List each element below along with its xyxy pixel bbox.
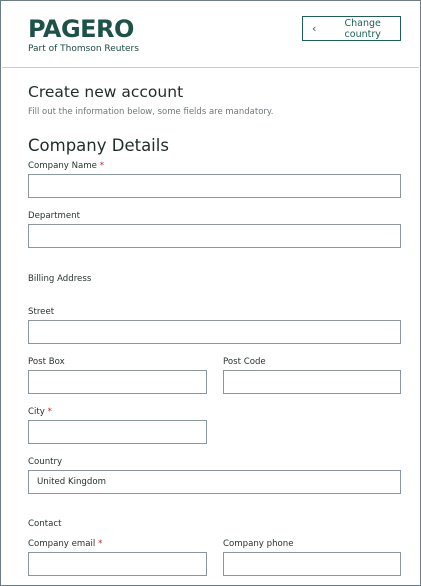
required-marker: *: [99, 161, 104, 171]
street-input[interactable]: [28, 320, 401, 344]
street-label: Street: [28, 307, 55, 317]
post-code-label: Post Code: [223, 357, 266, 367]
contact-heading: Contact: [28, 519, 62, 529]
logo-wordmark: PAGERO: [28, 15, 134, 43]
department-input[interactable]: [28, 224, 401, 248]
country-label: Country: [28, 457, 63, 467]
page-subtitle: Fill out the information below, some fie…: [28, 107, 274, 117]
change-country-button[interactable]: ‹ Change country: [302, 16, 401, 41]
department-label: Department: [28, 211, 81, 221]
company-name-label-text: Company Name: [28, 161, 97, 171]
post-box-label: Post Box: [28, 357, 65, 367]
company-phone-label: Company phone: [223, 539, 294, 549]
company-details-heading: Company Details: [28, 136, 169, 155]
registration-window: PAGERO Part of Thomson Reuters ‹ Change …: [0, 0, 421, 586]
country-input[interactable]: [28, 470, 401, 494]
header-divider: [2, 67, 419, 68]
city-label: City *: [28, 407, 52, 417]
pagero-logo: PAGERO Part of Thomson Reuters: [28, 15, 139, 55]
required-marker: *: [98, 539, 103, 549]
logo-tagline: Part of Thomson Reuters: [28, 44, 139, 54]
city-input[interactable]: [28, 420, 207, 444]
company-name-label: Company Name *: [28, 161, 104, 171]
company-email-label-text: Company email: [28, 539, 96, 549]
required-marker: *: [47, 407, 52, 417]
city-label-text: City: [28, 407, 45, 417]
post-code-input[interactable]: [223, 370, 401, 394]
billing-address-heading: Billing Address: [28, 274, 92, 284]
company-phone-input[interactable]: [223, 552, 401, 576]
company-email-label: Company email *: [28, 539, 102, 549]
company-email-input[interactable]: [28, 552, 207, 576]
post-box-input[interactable]: [28, 370, 207, 394]
change-country-label: Change country: [344, 17, 381, 40]
chevron-left-icon: ‹: [312, 22, 317, 35]
page-title: Create new account: [28, 83, 184, 101]
company-name-input[interactable]: [28, 174, 401, 198]
